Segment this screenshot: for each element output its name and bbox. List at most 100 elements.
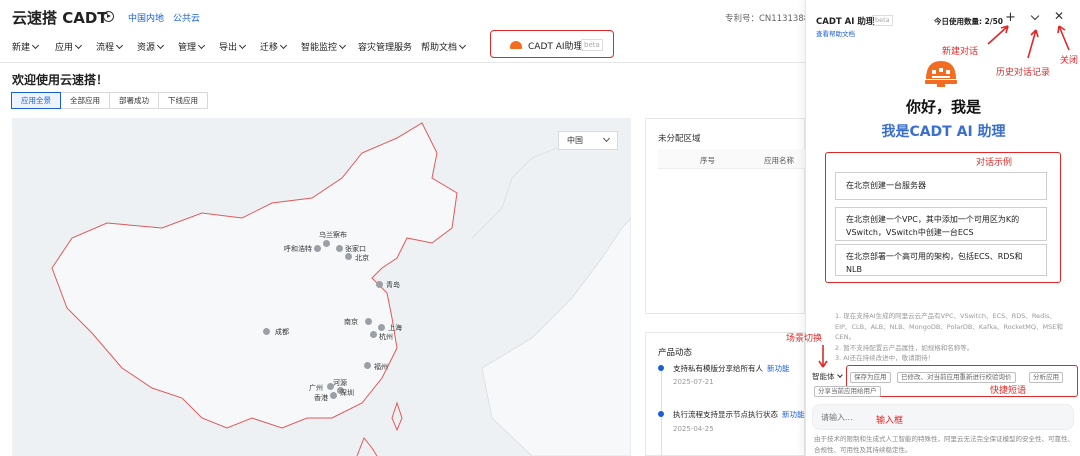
city-marker[interactable]	[330, 392, 337, 399]
column-header-index: 序号	[700, 156, 715, 165]
close-icon: ✕	[1054, 9, 1065, 23]
city-label: 深圳	[340, 389, 354, 397]
chevron-down-icon	[31, 41, 40, 50]
chevron-down-icon	[197, 41, 206, 50]
nav-item-docs[interactable]: 帮助文档	[421, 40, 467, 53]
history-dropdown-button[interactable]	[1030, 11, 1040, 21]
chevron-down-icon	[602, 134, 611, 143]
chevron-down-icon	[156, 41, 165, 50]
beta-badge: beta	[581, 39, 603, 51]
tab-offline[interactable]: 下线应用	[158, 92, 208, 109]
page-title: 欢迎使用云速搭！	[12, 73, 109, 87]
panel-title: CADT AI 助理	[816, 17, 875, 27]
nav-item-migrate[interactable]: 迁移	[260, 40, 288, 53]
city-label: 成都	[275, 328, 289, 336]
region-map[interactable]: 中国 乌兰察布 呼和浩特 张家口 北京 青岛 南京 上海 杭州 成都 福州 河源…	[12, 118, 631, 456]
annotation-arrow	[1027, 29, 1039, 59]
shortcut-chip[interactable]: 分析应用	[1029, 372, 1063, 383]
nav-item-monitoring[interactable]: 智能监控	[301, 40, 347, 53]
city-marker[interactable]	[314, 245, 321, 252]
region-link-public-cloud[interactable]: 公共云	[173, 11, 200, 24]
annotation-new-chat: 新建对话	[942, 47, 979, 57]
play-icon[interactable]	[103, 11, 114, 22]
example-prompt[interactable]: 在北京创建一个VPC，其中添加一个可用区为K的VSwitch，VSwitch中创…	[835, 207, 1047, 241]
ai-assistant-label: CADT AI助理	[528, 42, 583, 52]
shortcut-chip[interactable]: 分享当前应用给用户	[814, 386, 881, 397]
city-marker[interactable]	[378, 324, 385, 331]
city-label: 广州	[309, 384, 323, 392]
city-label: 呼和浩特	[284, 245, 312, 253]
city-marker[interactable]	[365, 318, 372, 325]
chevron-down-icon	[338, 41, 347, 50]
annotation-shortcuts: 快捷短语	[990, 386, 1027, 396]
city-label: 南京	[344, 318, 358, 326]
chevron-down-icon	[74, 41, 83, 50]
nav-item-new[interactable]: 新建	[12, 40, 40, 53]
top-header: 云速搭 CADT 中国内地 公共云 专利号：CN11313883	[0, 0, 805, 34]
patent-number: 专利号：CN11313883	[725, 14, 805, 24]
column-header-app-name: 应用名称	[764, 156, 794, 165]
region-link-mainland[interactable]: 中国内地	[128, 11, 164, 24]
chevron-down-icon	[458, 41, 467, 50]
city-marker[interactable]	[376, 281, 383, 288]
annotation-close: 关闭	[1060, 56, 1079, 66]
ai-disclaimer: 由于技术的限制和生成式人工智能的特殊性，阿里云无法完全保证模型的安全性、可靠性、…	[814, 435, 1074, 454]
nav-item-apps[interactable]: 应用	[55, 40, 83, 53]
news-date: 2025-04-25	[673, 425, 714, 433]
city-label: 青岛	[386, 281, 400, 289]
card-title: 未分配区域	[658, 134, 701, 144]
product-logo[interactable]: 云速搭 CADT	[12, 7, 108, 28]
city-marker[interactable]	[327, 383, 334, 390]
chevron-down-icon	[238, 41, 247, 50]
chat-input[interactable]	[821, 411, 1021, 424]
shortcut-chip[interactable]: 已修改、对当前应用重新进行校验询价	[897, 372, 1016, 383]
city-marker[interactable]	[345, 253, 352, 260]
city-label: 杭州	[379, 333, 393, 341]
nav-item-flows[interactable]: 流程	[96, 40, 124, 53]
city-marker[interactable]	[336, 245, 343, 252]
city-label: 乌兰察布	[319, 231, 347, 239]
nav-item-disaster-recovery[interactable]: 容灾管理服务	[358, 40, 412, 53]
annotation-arrow	[818, 345, 828, 368]
product-news-card: 产品动态	[645, 332, 805, 456]
new-feature-badge: 新功能	[782, 410, 805, 419]
city-marker[interactable]	[364, 362, 371, 369]
annotation-arrow	[987, 25, 1009, 45]
annotation-input-box: 输入框	[876, 416, 904, 426]
nav-divider	[0, 62, 805, 63]
unassigned-region-card: 未分配区域 序号 应用名称	[645, 118, 806, 314]
city-label: 北京	[355, 254, 369, 262]
news-date: 2025-07-21	[673, 378, 714, 386]
nav-item-resources[interactable]: 资源	[137, 40, 165, 53]
city-marker[interactable]	[370, 331, 377, 338]
city-marker[interactable]	[323, 240, 330, 247]
table-header: 序号 应用名称	[658, 149, 806, 169]
app-tabs: 应用全景 全部应用 部署成功 下线应用	[11, 92, 208, 109]
card-title: 产品动态	[658, 348, 693, 358]
nav-item-manage[interactable]: 管理	[178, 40, 206, 53]
region-select[interactable]: 中国	[558, 131, 618, 150]
tab-overview[interactable]: 应用全景	[11, 92, 61, 109]
city-marker[interactable]	[263, 328, 270, 335]
example-prompt[interactable]: 在北京创建一台服务器	[835, 172, 1047, 200]
annotation-arrow	[1057, 25, 1070, 51]
tab-all-apps[interactable]: 全部应用	[60, 92, 110, 109]
ai-bot-icon	[510, 41, 522, 49]
ai-bot-avatar-icon	[925, 61, 957, 87]
nav-item-export[interactable]: 导出	[219, 40, 247, 53]
scene-switch-dropdown[interactable]: 智能体	[812, 371, 843, 382]
shortcut-chip[interactable]: 保存为应用	[850, 372, 891, 383]
beta-badge: beta	[872, 15, 893, 26]
ai-assistant-panel: CADT AI 助理 beta 查看帮助文档 今日使用数量: 2/50 + ✕ …	[786, 0, 1080, 456]
city-label: 香港	[314, 394, 328, 402]
usage-notes: 1. 现在支持AI生成的阿里云云产品有VPC、VSwitch、ECS、RDS、R…	[835, 312, 1063, 362]
ai-assistant-nav-button[interactable]: CADT AI助理 beta	[490, 30, 614, 58]
chat-input-box[interactable]	[812, 404, 1074, 430]
example-prompt[interactable]: 在北京部署一个高可用的架构，包括ECS、RDS和NLB	[835, 244, 1047, 276]
timeline-dot	[658, 365, 664, 371]
main-nav: 新建 应用 流程 资源 管理 导出 迁移 智能监控 容灾管理服务 帮助文档	[12, 40, 805, 54]
chevron-down-icon	[836, 372, 843, 378]
tab-deployed[interactable]: 部署成功	[109, 92, 159, 109]
greeting-text: 你好，我是	[905, 98, 981, 116]
help-docs-link[interactable]: 查看帮助文档	[816, 28, 855, 38]
